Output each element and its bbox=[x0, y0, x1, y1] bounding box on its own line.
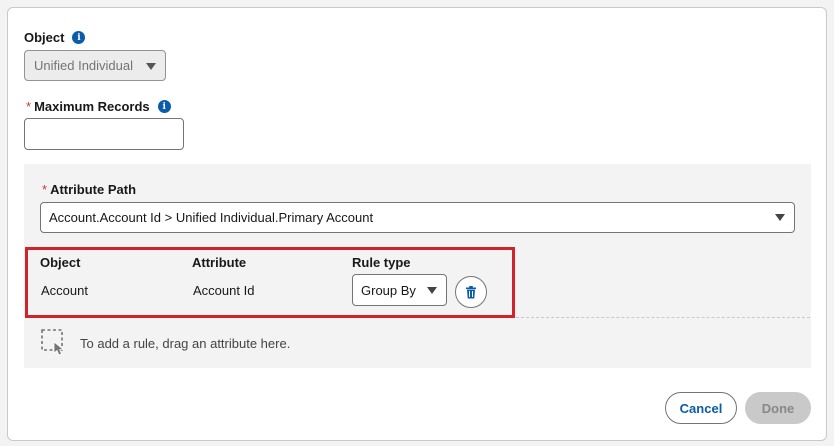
delete-rule-button[interactable] bbox=[455, 276, 487, 308]
rule-type-select[interactable]: Group By bbox=[352, 274, 447, 306]
info-icon[interactable]: i bbox=[157, 100, 171, 113]
drag-hand-icon bbox=[41, 329, 65, 356]
column-header-attribute: Attribute bbox=[192, 255, 247, 270]
required-asterisk: * bbox=[42, 182, 48, 197]
trash-icon bbox=[466, 285, 476, 298]
column-header-rule-type: Rule type bbox=[352, 255, 411, 270]
chevron-down-icon bbox=[146, 63, 156, 70]
attribute-path-label: * Attribute Path bbox=[42, 182, 136, 197]
attribute-path-label-text: Attribute Path bbox=[50, 182, 137, 197]
max-records-input[interactable] bbox=[24, 118, 184, 150]
attribute-path-value: Account.Account Id > Unified Individual.… bbox=[49, 210, 374, 225]
chevron-down-icon bbox=[775, 214, 785, 221]
max-records-label: * Maximum Records i bbox=[26, 99, 171, 114]
object-select: Unified Individual bbox=[24, 50, 166, 81]
attribute-path-select[interactable]: Account.Account Id > Unified Individual.… bbox=[40, 202, 795, 233]
rule-attribute-cell: Account Id bbox=[193, 283, 255, 298]
object-field-label: Object i bbox=[24, 30, 86, 45]
done-button[interactable]: Done bbox=[745, 392, 811, 424]
rule-object-cell: Account bbox=[41, 283, 88, 298]
required-asterisk: * bbox=[26, 99, 32, 114]
column-header-object: Object bbox=[40, 255, 81, 270]
chevron-down-icon bbox=[427, 287, 437, 294]
divider bbox=[516, 317, 810, 318]
info-icon[interactable]: i bbox=[72, 31, 86, 44]
drop-zone-hint: To add a rule, drag an attribute here. bbox=[80, 336, 291, 351]
rule-type-value: Group By bbox=[361, 282, 416, 298]
max-records-label-text: Maximum Records bbox=[34, 99, 150, 114]
cancel-button[interactable]: Cancel bbox=[665, 392, 737, 424]
object-label-text: Object bbox=[24, 30, 65, 45]
object-select-value: Unified Individual bbox=[34, 58, 134, 73]
